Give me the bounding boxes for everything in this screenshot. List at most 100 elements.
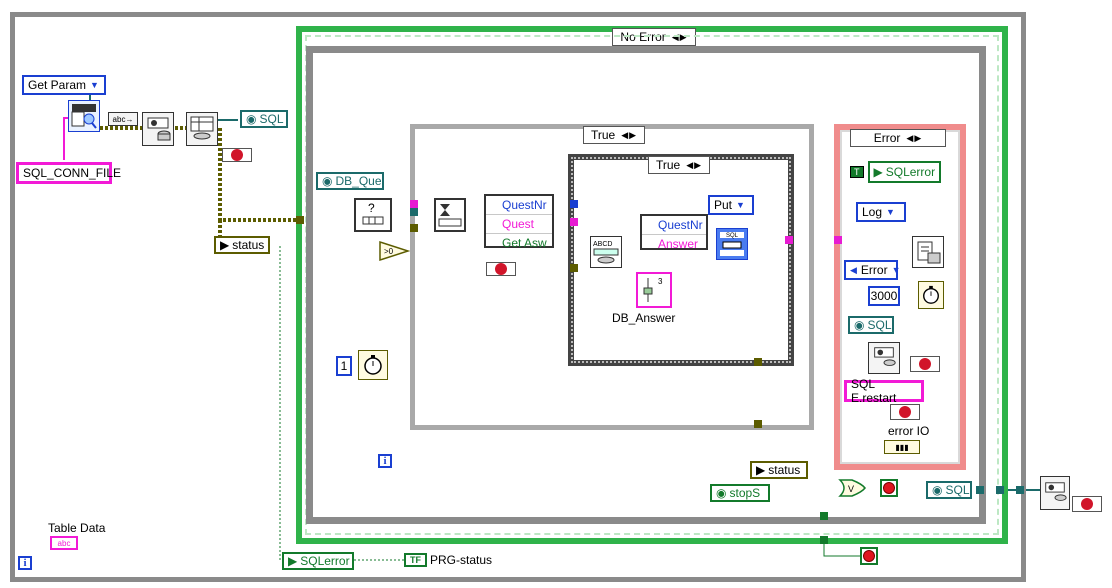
sql-local-label: SQL (259, 112, 284, 126)
case-selector-label: Error (873, 131, 901, 145)
case-selector-true-inner[interactable]: True ◀▶ (648, 156, 710, 174)
sqlerror-local-label: SQLerror (885, 165, 936, 179)
stop-local-label: stopS (729, 486, 761, 500)
error-io-indicator[interactable]: ▮▮▮ (884, 440, 920, 454)
refnum-tunnel-3 (1016, 486, 1024, 494)
globe-icon: ◉ (932, 483, 943, 497)
error-enum[interactable]: ◀ Error ▼ (844, 260, 901, 280)
log-writer-subvi[interactable] (912, 236, 944, 268)
database-list-icon (190, 116, 214, 140)
error-cluster-icon: ▮▮▮ (895, 442, 909, 452)
comparison-triangle-icon: >0 (379, 240, 411, 262)
svg-text:?: ? (368, 201, 375, 215)
status-local-label: status (232, 238, 265, 252)
arrow-right-icon: ▶ (220, 238, 230, 252)
wait-ms-node-inner[interactable] (358, 350, 388, 380)
svg-text:SQL: SQL (726, 233, 739, 239)
sql-conn-file-const[interactable]: SQL_CONN_FILE (16, 162, 121, 184)
get-param-enum[interactable]: Get Param ▼ (22, 75, 106, 95)
dequeue-subvi[interactable]: ? (354, 198, 392, 232)
bool-tunnel-bottom-2 (820, 536, 828, 544)
unbundle-row-get-asw: Get Asw (502, 236, 547, 250)
sqlerror-local-variable-bottom[interactable]: ▶ SQLerror (282, 552, 354, 570)
abc-convert-icon: abc→ (112, 114, 134, 124)
wait-ms-const-1[interactable]: 1 (336, 356, 352, 376)
db-close-subvi-final[interactable] (1040, 476, 1070, 510)
questnr-tunnel (570, 200, 578, 208)
error-enum-label: Error (860, 263, 888, 277)
error-icon (899, 406, 911, 418)
table-data-label: Table Data (48, 521, 106, 535)
queue-status-icon: ? (362, 201, 384, 225)
sqlerror-local-box: ▶ SQLerror (867, 161, 942, 183)
arrow-right-icon: ▶ (756, 463, 766, 477)
quest-tunnel (570, 218, 578, 226)
not-equal-zero-node[interactable]: >0 (378, 240, 411, 262)
loop-stop-terminal-inner[interactable] (880, 479, 898, 497)
bundle-by-name-node[interactable]: QuestNr Answer (640, 214, 708, 251)
file-search-icon (71, 104, 97, 129)
log-enum-label: Log (862, 205, 883, 219)
db-list-subvi[interactable] (186, 112, 218, 146)
status-local-variable-left[interactable]: ▶ status (214, 236, 270, 254)
or-gate-node[interactable]: V (838, 478, 866, 498)
sql-local-variable-bottom[interactable]: ◉ SQL (926, 481, 972, 499)
info-icon-inner[interactable]: i (378, 454, 392, 468)
dequeue-element-subvi[interactable] (434, 198, 466, 232)
sql-local-variable-error[interactable]: ◉ SQL (848, 316, 894, 334)
error-handler-left[interactable] (222, 148, 252, 162)
case-selector-no-error[interactable]: No Error ◀▶ (612, 28, 696, 46)
sql-enqueue-subvi[interactable]: SQL (716, 228, 748, 260)
status-local-variable-bottom[interactable]: ▶ status (750, 461, 808, 479)
string-tunnel-left (410, 200, 418, 208)
prg-status-terminal[interactable]: TF PRG-status (404, 552, 492, 568)
abc-convert-node[interactable]: abc→ (108, 112, 138, 126)
text-terminal-icon: T (850, 166, 864, 178)
stopwatch-icon (364, 355, 382, 375)
case-selector-true-outer[interactable]: True ◀▶ (583, 126, 645, 144)
db-que-local-variable[interactable]: ◉ DB_Que (316, 172, 384, 190)
log-enum[interactable]: Log ▼ (856, 202, 906, 222)
dropdown-arrow-icon: ▼ (891, 265, 901, 275)
error-handler-middle[interactable] (486, 262, 516, 276)
error-tunnel-outer-left (296, 216, 304, 224)
info-icon-label: i (23, 557, 27, 569)
db-close-subvi-error[interactable] (868, 342, 900, 374)
string-tunnel-error (834, 236, 842, 244)
sqlerror-local-variable-error[interactable]: T ▶ SQLerror (850, 161, 946, 183)
db-answer-indicator[interactable]: 3 (636, 272, 672, 308)
sql-local-label: SQL (945, 483, 970, 497)
error-tunnel-seq-left (410, 224, 418, 232)
wait-ms-const-3000[interactable]: 3000 (868, 286, 900, 306)
loop-stop-terminal-outer[interactable] (860, 547, 878, 565)
sql-queue-icon: SQL (720, 232, 744, 256)
sql-local-variable-left[interactable]: ◉ SQL (240, 110, 288, 128)
bundle-row-answer: Answer (658, 237, 699, 251)
stop-local-variable[interactable]: ◉ stopS (710, 484, 770, 502)
table-data-terminal[interactable]: abc (50, 536, 78, 550)
error-io-label: error IO (888, 424, 930, 438)
unbundle-row-quest: Quest (486, 215, 552, 234)
sql-e-restart-const[interactable]: SQL E.restart (844, 377, 924, 405)
error-handler-error-case[interactable] (910, 356, 940, 372)
string-tunnel-right (785, 236, 793, 244)
case-selector-error[interactable]: Error ◀▶ (850, 129, 946, 147)
unbundle-by-name-node[interactable]: QuestNr Quest Get Asw (484, 194, 554, 250)
error-handler-final[interactable] (1072, 496, 1102, 512)
selector-arrows-icon: ◀▶ (906, 132, 923, 143)
dropdown-arrow-icon: ▼ (90, 80, 99, 90)
selector-arrows-icon: ◀▶ (686, 159, 703, 170)
selector-arrows-icon: ◀▶ (671, 31, 688, 42)
db-query-subvi[interactable]: ABCD (590, 236, 622, 268)
info-icon-label: i (383, 455, 387, 467)
wait-const-label: 1 (340, 359, 348, 373)
put-enum[interactable]: Put ▼ (708, 195, 754, 215)
arrow-right-icon: ▶ (288, 554, 298, 568)
wait-ms-node-error[interactable] (918, 281, 944, 309)
db-open-subvi[interactable] (142, 112, 174, 146)
config-file-subvi[interactable] (68, 100, 100, 132)
info-icon-left[interactable]: i (18, 556, 32, 570)
error-handler-restart[interactable] (890, 404, 920, 420)
case-selector-label: True (655, 158, 681, 172)
log-file-icon (917, 241, 941, 264)
